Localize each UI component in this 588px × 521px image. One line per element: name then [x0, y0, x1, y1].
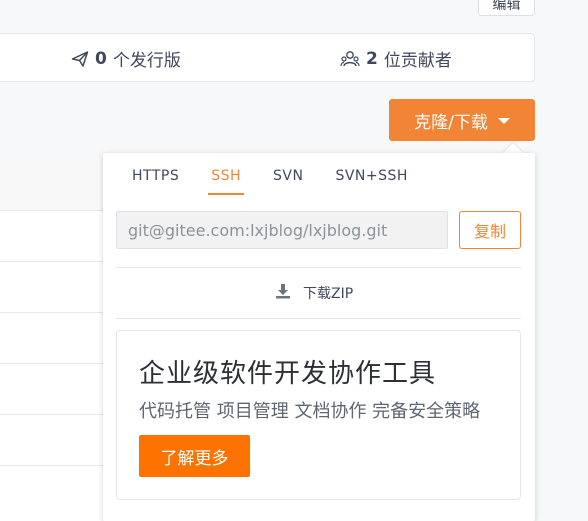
clone-dropdown: HTTPS SSH SVN SVN+SSH 复制 下载ZIP 企业级软件开发协作…	[103, 153, 535, 521]
enterprise-promo-card: 企业级软件开发协作工具 代码托管 项目管理 文档协作 完备安全策略 了解更多	[116, 330, 521, 500]
repo-stats-bar: 0 个发行版 2 位贡献者	[0, 33, 535, 82]
download-zip-link[interactable]: 下载ZIP	[275, 283, 353, 303]
contributors-label: 位贡献者	[383, 51, 452, 71]
releases-stat[interactable]: 0 个发行版	[71, 34, 181, 83]
copy-button[interactable]: 复制	[459, 211, 521, 249]
list-divider	[0, 465, 110, 466]
divider	[116, 318, 521, 319]
list-divider	[0, 363, 110, 364]
clone-download-label: 克隆/下载	[414, 112, 488, 133]
learn-more-button[interactable]: 了解更多	[139, 435, 250, 477]
users-icon	[340, 50, 360, 68]
releases-label: 个发行版	[112, 51, 181, 71]
promo-subtitle: 代码托管 项目管理 文档协作 完备安全策略	[139, 401, 481, 422]
edit-button-label: 编辑	[492, 0, 521, 13]
protocol-tabs: HTTPS SSH SVN SVN+SSH	[116, 161, 424, 195]
divider	[116, 267, 521, 268]
contributors-count: 2	[366, 48, 378, 69]
contributors-stat[interactable]: 2 位贡献者	[340, 34, 452, 83]
tab-https[interactable]: HTTPS	[116, 161, 195, 195]
clone-download-button[interactable]: 克隆/下载	[389, 99, 535, 141]
edit-button[interactable]: 编辑	[478, 0, 535, 16]
promo-title: 企业级软件开发协作工具	[139, 359, 437, 389]
download-zip-label: 下载ZIP	[303, 286, 354, 302]
releases-count: 0	[95, 48, 107, 69]
tab-ssh[interactable]: SSH	[195, 161, 257, 195]
clone-url-input[interactable]	[116, 211, 448, 249]
list-divider	[0, 261, 110, 262]
caret-down-icon	[497, 118, 510, 124]
tab-svn-ssh[interactable]: SVN+SSH	[319, 161, 423, 195]
download-icon	[275, 283, 291, 303]
list-divider	[0, 414, 110, 415]
tab-svn[interactable]: SVN	[257, 161, 319, 195]
send-icon	[71, 50, 89, 68]
list-divider	[0, 312, 110, 313]
